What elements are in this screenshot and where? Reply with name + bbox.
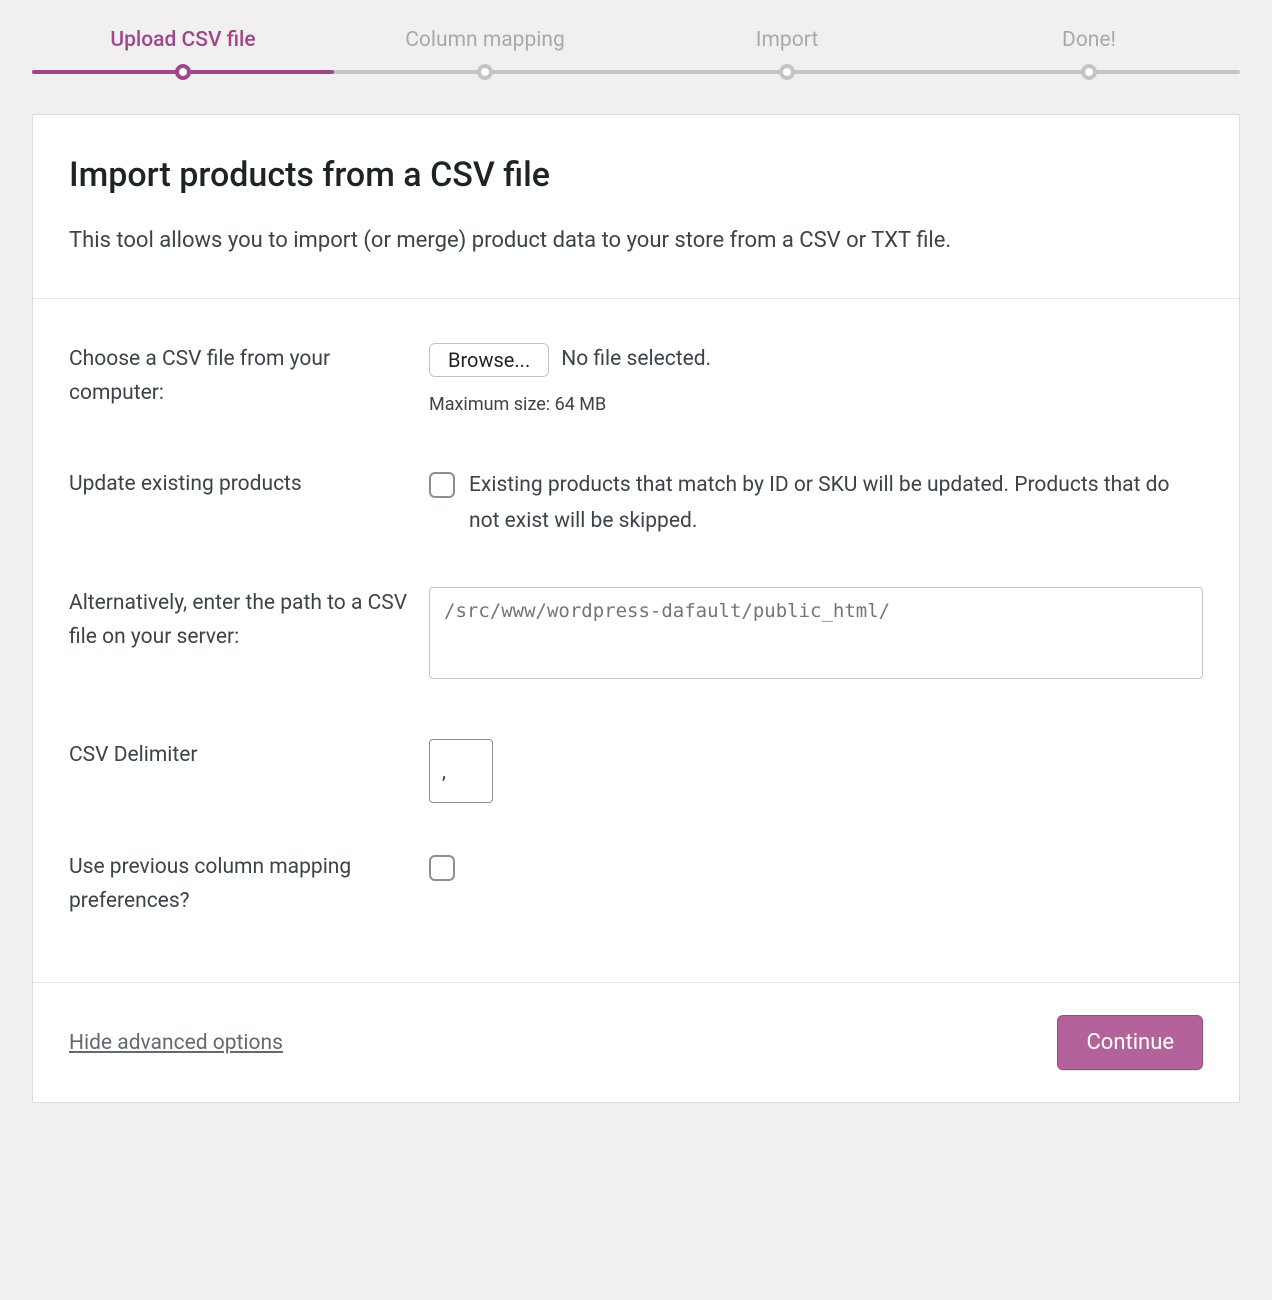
desc-update-existing: Existing products that match by ID or SK… [469,468,1203,539]
progress-dot-3 [779,64,795,80]
input-delimiter[interactable] [429,739,493,803]
import-card: Import products from a CSV file This too… [32,114,1240,1103]
progress-dot-1 [175,64,191,80]
toggle-advanced-link[interactable]: Hide advanced options [69,1031,283,1055]
browse-button[interactable]: Browse... [429,343,549,377]
page-title: Import products from a CSV file [69,155,1203,195]
step-done: Done! [938,28,1240,52]
input-server-path[interactable] [429,587,1203,679]
page-description: This tool allows you to import (or merge… [69,223,1203,258]
step-mapping: Column mapping [334,28,636,52]
file-status: No file selected. [561,343,711,377]
row-delimiter: CSV Delimiter [69,715,1203,827]
progress-dot-2 [477,64,493,80]
continue-button[interactable]: Continue [1057,1015,1203,1070]
step-import: Import [636,28,938,52]
label-server-path: Alternatively, enter the path to a CSV f… [69,587,429,654]
row-update-existing: Update existing products Existing produc… [69,444,1203,563]
max-size-hint: Maximum size: 64 MB [429,391,1203,420]
row-server-path: Alternatively, enter the path to a CSV f… [69,563,1203,715]
row-choose-file: Choose a CSV file from your computer: Br… [69,319,1203,444]
label-delimiter: CSV Delimiter [69,739,429,773]
checkbox-use-previous[interactable] [429,855,455,881]
row-use-previous: Use previous column mapping preferences? [69,827,1203,942]
label-update-existing: Update existing products [69,468,429,502]
label-use-previous: Use previous column mapping preferences? [69,851,429,918]
card-header: Import products from a CSV file This too… [33,115,1239,299]
progress-dot-4 [1081,64,1097,80]
checkbox-update-existing[interactable] [429,472,455,498]
card-footer: Hide advanced options Continue [33,982,1239,1102]
form-body: Choose a CSV file from your computer: Br… [33,299,1239,982]
progress-track [32,70,1240,74]
progress-stepper: Upload CSV file Column mapping Import Do… [32,0,1240,114]
label-choose-file: Choose a CSV file from your computer: [69,343,429,410]
step-upload: Upload CSV file [32,28,334,52]
